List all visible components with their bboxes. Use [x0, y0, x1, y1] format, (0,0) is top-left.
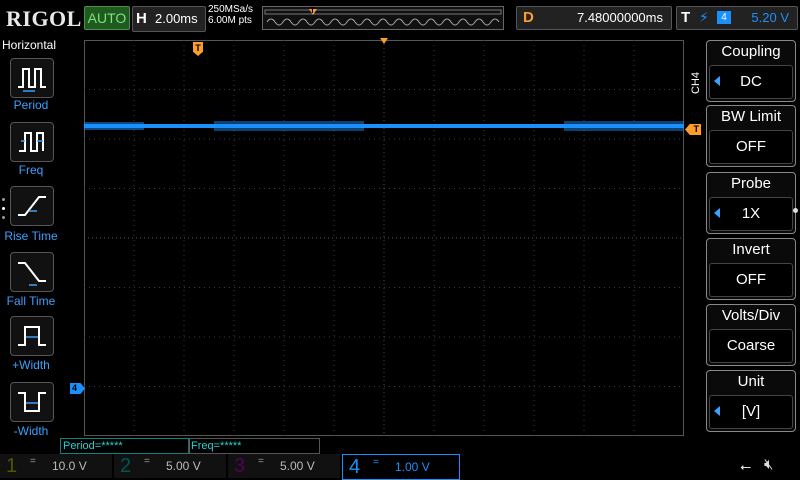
bw-limit-value: OFF [736, 138, 766, 155]
rise-time-label: Rise Time [4, 229, 58, 243]
memory-overview-bar: T [262, 6, 504, 30]
ch2-status[interactable]: 2 = 5.00 V [114, 454, 226, 478]
positive-width-label: +Width [12, 358, 50, 372]
positive-width-icon [18, 326, 46, 346]
fall-time-icon [18, 262, 46, 286]
rigol-logo: RIGOL [6, 6, 82, 31]
volts-div-menu[interactable]: Volts/Div Coarse [706, 304, 796, 366]
probe-value: 1X [741, 205, 761, 222]
delay-box[interactable]: D 7.48000000ms [516, 6, 672, 30]
rising-edge-icon: ⚡ [699, 9, 709, 25]
unit-value-box[interactable]: [V] [709, 395, 793, 429]
bw-limit-value-box[interactable]: OFF [709, 130, 793, 164]
ch2-scale: 5.00 V [166, 459, 201, 473]
left-menu-title: Horizontal [2, 38, 57, 52]
trigger-source: 4 [717, 11, 731, 24]
timebase-value: 2.00ms [155, 11, 198, 26]
run-mode-button[interactable]: AUTO [84, 6, 130, 30]
delay-key: D [523, 9, 534, 26]
frequency-measurement[interactable]: Freq=***** [188, 438, 320, 454]
invert-title: Invert [732, 241, 770, 258]
bw-limit-menu[interactable]: BW Limit OFF [706, 105, 796, 167]
negative-width-label: -Width [13, 424, 49, 438]
negative-width-icon [18, 392, 46, 412]
frequency-button[interactable] [10, 122, 54, 162]
right-menu-channel-label: CH4 [690, 71, 702, 94]
period-measurement[interactable]: Period=***** [60, 438, 190, 454]
invert-value-box[interactable]: OFF [709, 263, 793, 297]
unit-value: [V] [741, 403, 761, 420]
volts-div-value-box[interactable]: Coarse [709, 329, 793, 363]
ch3-number: 3 [234, 455, 246, 477]
right-menu-page-dot [793, 208, 798, 213]
fall-time-label: Fall Time [6, 294, 56, 308]
fall-time-button[interactable] [10, 252, 54, 292]
ch1-status[interactable]: 1 = 10.0 V [0, 454, 112, 478]
bw-limit-title: BW Limit [721, 108, 781, 125]
ch4-number: 4 [349, 456, 361, 478]
period-label: Period [13, 98, 49, 112]
negative-width-button[interactable] [10, 382, 54, 422]
invert-menu[interactable]: Invert OFF [706, 238, 796, 300]
timebase-box[interactable]: H 2.00ms [132, 6, 206, 32]
memory-trigger-marker: T [310, 6, 315, 15]
ch1-scale: 10.0 V [52, 459, 87, 473]
positive-width-button[interactable] [10, 316, 54, 356]
volts-div-value: Coarse [726, 337, 776, 354]
ch4-coupling-icon: = [373, 457, 379, 468]
ch4-scale: 1.00 V [395, 460, 430, 474]
unit-menu[interactable]: Unit [V] [706, 370, 796, 432]
ch4-status[interactable]: 4 = 1.00 V [342, 454, 460, 480]
frequency-label: Freq [18, 163, 44, 177]
frequency-icon [19, 132, 44, 152]
memory-depth: 6.00M pts [208, 15, 252, 26]
probe-menu[interactable]: Probe 1X [706, 172, 796, 234]
usb-icon: ⭠︎ [740, 458, 752, 474]
period-button[interactable] [10, 58, 54, 98]
horizontal-key: H [136, 10, 147, 27]
center-time-marker [380, 38, 388, 44]
unit-title: Unit [737, 373, 765, 390]
ch3-coupling-icon: = [258, 456, 264, 467]
ch3-status[interactable]: 3 = 5.00 V [228, 454, 340, 478]
probe-value-box[interactable]: 1X [709, 197, 793, 231]
invert-value: OFF [736, 271, 766, 288]
trigger-level: 5.20 V [751, 10, 789, 25]
sample-rate: 250MSa/s [208, 4, 254, 15]
ch2-coupling-icon: = [144, 456, 150, 467]
waveform-grid[interactable] [84, 40, 684, 436]
coupling-value: DC [740, 73, 762, 90]
ch2-number: 2 [120, 455, 132, 477]
rise-time-icon [18, 196, 46, 216]
rise-time-button[interactable] [10, 186, 54, 226]
coupling-title: Coupling [721, 43, 781, 60]
coupling-value-box[interactable]: DC [709, 65, 793, 99]
period-icon [18, 68, 46, 92]
acquisition-info: 250MSa/s 6.00M pts [208, 4, 253, 26]
speaker-muted-icon[interactable]: 🔇︎ [764, 456, 773, 473]
trigger-box[interactable]: T ⚡ 4 5.20 V [676, 6, 798, 30]
delay-value: 7.48000000ms [576, 10, 663, 25]
trigger-level-marker[interactable]: T [685, 124, 701, 135]
ch1-number: 1 [6, 455, 18, 477]
left-menu-page-indicator [2, 198, 6, 224]
memory-waveform-icon [264, 9, 502, 26]
probe-title: Probe [730, 175, 772, 192]
ch4-offset-marker[interactable]: 4 [70, 383, 85, 394]
trigger-key: T [681, 9, 691, 26]
ch1-coupling-icon: = [30, 456, 36, 467]
coupling-menu[interactable]: Coupling DC [706, 40, 796, 102]
ch3-scale: 5.00 V [280, 459, 315, 473]
volts-div-title: Volts/Div [721, 307, 781, 324]
